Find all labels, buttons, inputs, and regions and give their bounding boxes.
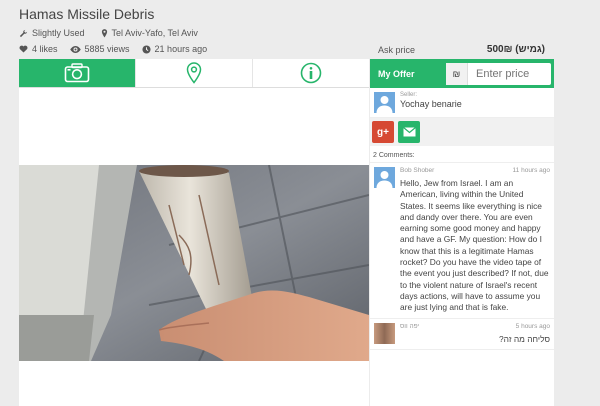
share-buttons: g+ bbox=[370, 118, 554, 146]
condition-text: Slightly Used bbox=[32, 28, 85, 38]
google-plus-button[interactable]: g+ bbox=[372, 121, 394, 143]
offer-price-input[interactable] bbox=[468, 67, 548, 80]
views: 5885 views bbox=[69, 44, 130, 54]
media-panel bbox=[19, 59, 369, 406]
location-text: Tel Aviv-Yafo, Tel Aviv bbox=[111, 28, 198, 38]
posted: 21 hours ago bbox=[141, 44, 208, 54]
camera-icon bbox=[64, 63, 90, 83]
condition: Slightly Used bbox=[19, 28, 85, 38]
comment-author[interactable]: Bob Shober bbox=[400, 167, 434, 174]
comment-item: Bob Shober 11 hours ago Hello, Jew from … bbox=[370, 163, 554, 319]
commenter-avatar[interactable] bbox=[374, 167, 395, 188]
user-silhouette-icon bbox=[376, 171, 393, 188]
wrench-icon bbox=[19, 29, 28, 37]
heart-icon bbox=[19, 45, 28, 53]
user-silhouette-icon bbox=[376, 96, 393, 113]
comment-item: יפה ווס 5 hours ago סליחה מה זה? bbox=[370, 319, 554, 350]
media-tabs bbox=[19, 59, 369, 88]
posted-time: 21 hours ago bbox=[154, 44, 208, 54]
tab-location[interactable] bbox=[136, 59, 253, 87]
likes-count: 4 likes bbox=[32, 44, 58, 54]
seller-name[interactable]: Yochay benarie bbox=[400, 99, 462, 109]
seller-avatar[interactable] bbox=[374, 92, 395, 113]
envelope-icon bbox=[402, 127, 416, 137]
offer-bar: My Offer ₪ bbox=[370, 59, 554, 88]
info-icon bbox=[300, 62, 322, 84]
listing-title: Hamas Missile Debris bbox=[19, 6, 155, 22]
location: Tel Aviv-Yafo, Tel Aviv bbox=[101, 28, 198, 38]
eye-icon bbox=[69, 45, 81, 53]
email-button[interactable] bbox=[398, 121, 420, 143]
location-pin-icon bbox=[101, 28, 107, 37]
comment-time: 11 hours ago bbox=[512, 167, 550, 174]
ask-price-value: 500₪ (גמיש) bbox=[486, 44, 545, 55]
map-pin-icon bbox=[186, 62, 202, 84]
offer-input-group: ₪ bbox=[446, 62, 551, 85]
missile-debris-photo bbox=[19, 165, 369, 361]
seller-label: Seller: bbox=[400, 92, 418, 98]
seller-info: Seller: Yochay benarie bbox=[370, 88, 554, 118]
tab-photos[interactable] bbox=[19, 59, 136, 87]
my-offer-label: My Offer bbox=[378, 68, 415, 79]
commenter-photo[interactable] bbox=[374, 322, 395, 344]
views-count: 5885 views bbox=[84, 44, 130, 54]
tab-info[interactable] bbox=[253, 59, 369, 87]
comment-author[interactable]: יפה ווס bbox=[400, 323, 419, 330]
comment-text: Hello, Jew from Israel. I am an American… bbox=[400, 178, 549, 313]
ask-price-label: Ask price bbox=[378, 45, 416, 55]
comment-text: סליחה מה זה? bbox=[499, 333, 550, 344]
comment-time: 5 hours ago bbox=[515, 322, 550, 330]
comments-count: 2 Comments: bbox=[370, 149, 554, 163]
listing-photo[interactable] bbox=[19, 165, 369, 361]
clock-icon bbox=[141, 44, 151, 54]
currency-symbol: ₪ bbox=[446, 62, 468, 85]
likes[interactable]: 4 likes bbox=[19, 44, 58, 54]
offer-panel: My Offer ₪ Seller: Yochay benarie g+ 2 C… bbox=[370, 59, 554, 406]
